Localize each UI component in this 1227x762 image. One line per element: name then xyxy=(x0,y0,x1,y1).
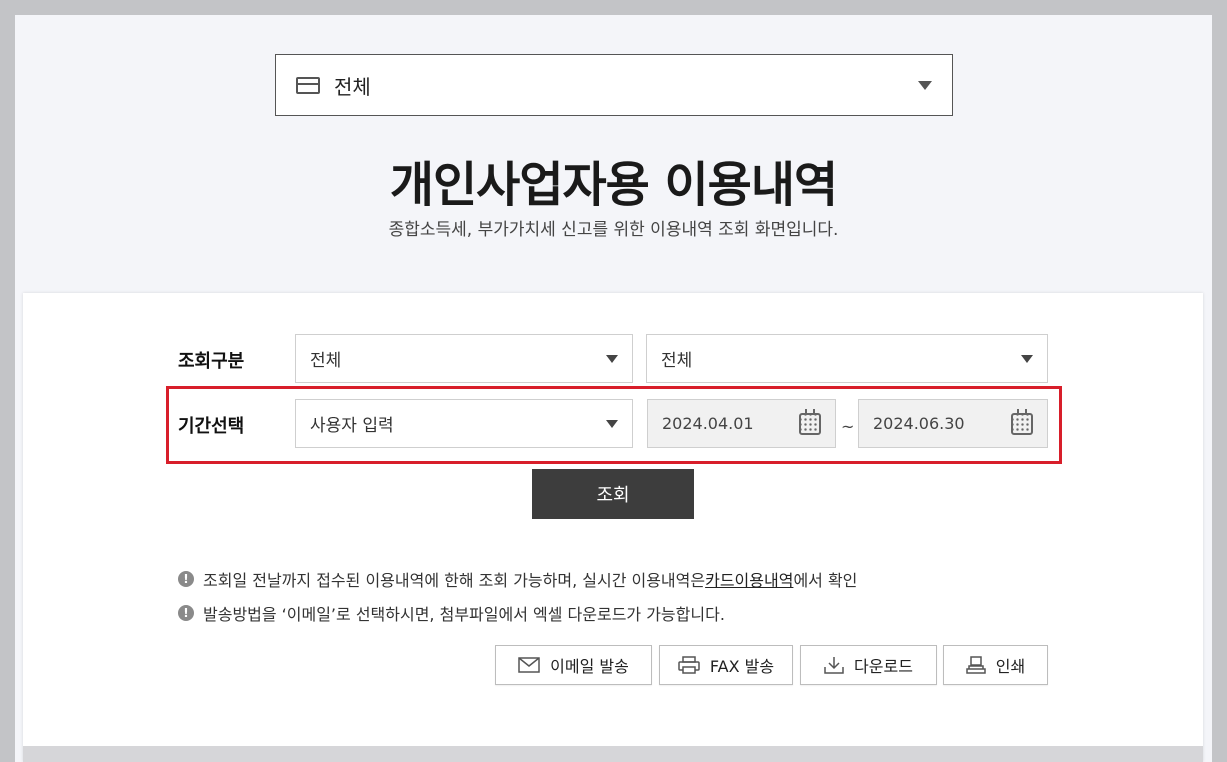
search-button[interactable]: 조회 xyxy=(532,469,694,519)
email-send-button[interactable]: 이메일 발송 xyxy=(495,645,652,685)
credit-card-icon xyxy=(296,76,320,94)
download-icon xyxy=(824,657,844,674)
category-select-1[interactable]: 전체 xyxy=(295,334,633,383)
panel-bottom-divider xyxy=(23,746,1203,762)
notice-2-text: 발송방법을 ‘이메일’로 선택하시면, 첨부파일에서 엑셀 다운로드가 가능합니… xyxy=(203,605,725,624)
card-select-value: 전체 xyxy=(334,74,371,99)
category-select-1-value: 전체 xyxy=(310,351,342,371)
page-background: 전체 개인사업자용 이용내역 종합소득세, 부가가치세 신고를 위한 이용내역 … xyxy=(15,15,1212,762)
notice-line-1: ! 조회일 전날까지 접수된 이용내역에 한해 조회 가능하며, 실시간 이용내… xyxy=(178,567,857,591)
warning-icon: ! xyxy=(178,571,194,587)
card-usage-link[interactable]: 카드이용내역 xyxy=(705,567,793,591)
email-send-label: 이메일 발송 xyxy=(550,657,629,676)
category-label: 조회구분 xyxy=(178,351,245,372)
mail-icon xyxy=(518,657,540,673)
notice-line-2: ! 발송방법을 ‘이메일’로 선택하시면, 첨부파일에서 엑셀 다운로드가 가능… xyxy=(178,601,725,625)
fax-send-button[interactable]: FAX 발송 xyxy=(659,645,793,685)
warning-icon: ! xyxy=(178,605,194,621)
download-button[interactable]: 다운로드 xyxy=(800,645,937,685)
print-icon xyxy=(966,656,986,674)
period-highlight-box xyxy=(166,386,1062,464)
fax-icon xyxy=(678,656,700,674)
print-button[interactable]: 인쇄 xyxy=(943,645,1048,685)
download-label: 다운로드 xyxy=(854,657,913,676)
category-select-2-value: 전체 xyxy=(661,351,693,371)
dropdown-arrow-icon xyxy=(606,354,618,363)
card-select-dropdown[interactable]: 전체 xyxy=(275,54,953,116)
page-subtitle: 종합소득세, 부가가치세 신고를 위한 이용내역 조회 화면입니다. xyxy=(388,220,839,240)
page-title: 개인사업자용 이용내역 xyxy=(389,157,838,213)
print-label: 인쇄 xyxy=(995,657,1026,676)
notice-1-text-before: 조회일 전날까지 접수된 이용내역에 한해 조회 가능하며, 실시간 이용내역은 xyxy=(203,571,706,590)
category-select-2[interactable]: 전체 xyxy=(646,334,1048,383)
notice-1-text-after: 에서 확인 xyxy=(793,571,858,590)
dropdown-arrow-icon xyxy=(1021,354,1033,363)
dropdown-arrow-icon xyxy=(918,80,932,90)
fax-send-label: FAX 발송 xyxy=(709,657,775,676)
